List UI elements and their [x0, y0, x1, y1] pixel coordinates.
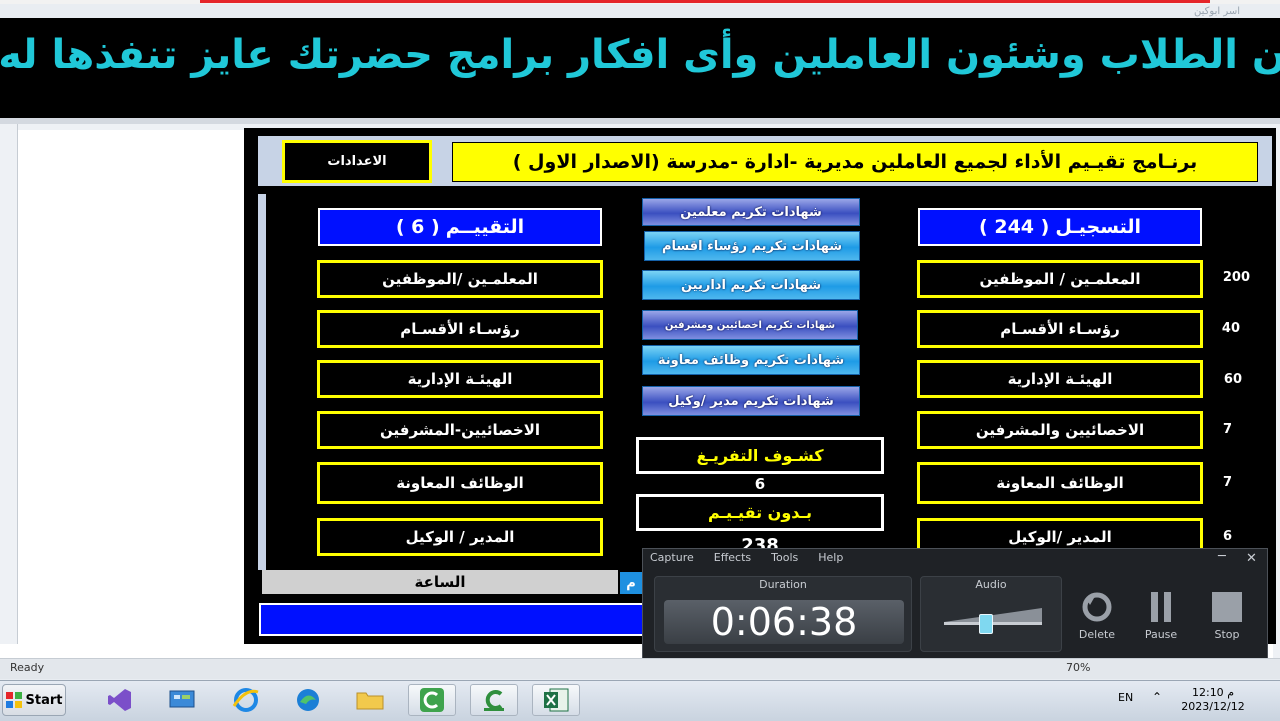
kashf-button[interactable]: كشـوف التفريـغ	[636, 437, 884, 474]
minimize-icon[interactable]: ─	[1218, 549, 1226, 564]
stop-button[interactable]: Stop	[1202, 590, 1252, 641]
control-panel-icon[interactable]	[158, 684, 206, 716]
progress-bar	[259, 603, 645, 636]
menu-tools[interactable]: Tools	[771, 551, 798, 567]
clock-ampm: م	[620, 572, 642, 594]
pause-button[interactable]: Pause	[1136, 590, 1186, 641]
status-ready: Ready	[10, 661, 45, 674]
reg-item-specialists[interactable]: الاخصائيين والمشرفين	[917, 411, 1203, 449]
language-indicator[interactable]: EN	[1118, 691, 1133, 704]
reg-count-director: 6	[1222, 529, 1232, 544]
cert-support-button[interactable]: شهادات تكريم وظائف معاونة	[642, 345, 860, 375]
settings-button[interactable]: الاعدادات	[282, 140, 432, 183]
eval-item-admin[interactable]: الهيئـة الإدارية	[317, 360, 603, 398]
eval-item-specialists[interactable]: الاخصائيين-المشرفين	[317, 411, 603, 449]
camtasia-icon[interactable]	[408, 684, 456, 716]
visual-studio-icon[interactable]	[96, 684, 144, 716]
scrolling-ticker: ن الطلاب وشئون العاملين وأى افكار برامج …	[0, 18, 1280, 118]
clock-date: 2023/12/12	[1181, 700, 1245, 713]
camtasia-recorder-icon[interactable]	[470, 684, 518, 716]
recording-border	[200, 0, 1210, 3]
registration-header[interactable]: التسجيـل ( 244 )	[918, 208, 1202, 246]
evaluation-label: التقييــم	[445, 216, 525, 238]
recorder-menu: Capture Effects Tools Help	[650, 551, 843, 567]
eval-item-support[interactable]: الوظائف المعاونة	[317, 462, 603, 504]
ticker-text: ن الطلاب وشئون العاملين وأى افكار برامج …	[0, 32, 1280, 78]
folder-icon[interactable]	[346, 684, 394, 716]
cert-dept-heads-button[interactable]: شهادات تكريم رؤساء اقسام	[644, 231, 860, 261]
reg-item-admin[interactable]: الهيئـة الإدارية	[917, 360, 1203, 398]
program-title-text: برنـامج تقيـيم الأداء لجميع العاملين مدي…	[512, 151, 1198, 173]
eval-item-teachers[interactable]: المعلمـين /الموظفين	[317, 260, 603, 298]
eval-item-director[interactable]: المدير / الوكيل	[317, 518, 603, 556]
delete-button[interactable]: Delete	[1072, 590, 1122, 641]
stop-icon	[1212, 592, 1242, 622]
cert-director-button[interactable]: شهادات تكريم مدير /وكيل	[642, 386, 860, 416]
clock-label: الساعة	[262, 570, 618, 594]
window-title: اسر ابوكين	[1194, 6, 1240, 17]
reg-count-support: 7	[1222, 475, 1232, 490]
reg-item-teachers[interactable]: المعلمـين / الموظفين	[917, 260, 1203, 298]
vertical-scrollbar[interactable]	[0, 124, 18, 644]
start-button[interactable]: Start	[2, 684, 66, 716]
no-eval-button[interactable]: بـدون تقيـيـم	[636, 494, 884, 531]
form-side-strip	[258, 194, 266, 570]
tray-chevron-icon[interactable]: ⌃	[1152, 690, 1162, 704]
reg-count-dept-heads: 40	[1221, 321, 1240, 336]
cert-teachers-button[interactable]: شهادات تكريم معلمين	[642, 198, 860, 226]
kashf-value: 6	[754, 475, 766, 493]
duration-value: 0:06:38	[664, 600, 904, 644]
clock[interactable]: 12:10 م 2023/12/12	[1168, 686, 1258, 714]
evaluation-count: ( 6 )	[395, 216, 440, 238]
start-label: Start	[25, 692, 63, 708]
windows-logo-icon	[5, 692, 22, 708]
pause-icon	[1151, 592, 1171, 622]
reg-count-teachers: 200	[1222, 270, 1250, 285]
reg-item-support[interactable]: الوظائف المعاونة	[917, 462, 1203, 504]
excel-icon[interactable]	[532, 684, 580, 716]
reg-count-specialists: 7	[1222, 422, 1232, 437]
reg-item-dept-heads[interactable]: رؤسـاء الأقسـام	[917, 310, 1203, 348]
duration-label: Duration	[759, 578, 807, 591]
evaluation-header[interactable]: التقييــم ( 6 )	[318, 208, 602, 246]
edge-icon[interactable]	[284, 684, 332, 716]
registration-label: التسجيـل	[1055, 216, 1141, 238]
cert-specialists-button[interactable]: شهادات تكريم اخصائيين ومشرفين	[642, 310, 858, 340]
audio-label: Audio	[975, 578, 1007, 591]
delete-icon	[1082, 592, 1112, 622]
eval-item-dept-heads[interactable]: رؤسـاء الأقسـام	[317, 310, 603, 348]
ie-icon[interactable]	[222, 684, 270, 716]
program-title: برنـامج تقيـيم الأداء لجميع العاملين مدي…	[452, 142, 1258, 182]
stop-label: Stop	[1214, 628, 1240, 641]
audio-slider-knob[interactable]	[979, 614, 994, 634]
pause-label: Pause	[1144, 628, 1178, 641]
menu-help[interactable]: Help	[818, 551, 843, 567]
delete-label: Delete	[1078, 628, 1116, 641]
reg-count-admin: 60	[1223, 372, 1242, 387]
registration-count: ( 244 )	[979, 216, 1050, 238]
cert-admin-button[interactable]: شهادات تكريم اداريين	[642, 270, 860, 300]
zoom-level[interactable]: 70%	[1066, 661, 1090, 674]
clock-time: 12:10 م	[1191, 686, 1234, 699]
close-icon[interactable]: ✕	[1246, 551, 1257, 566]
menu-effects[interactable]: Effects	[714, 551, 751, 567]
menu-capture[interactable]: Capture	[650, 551, 694, 567]
